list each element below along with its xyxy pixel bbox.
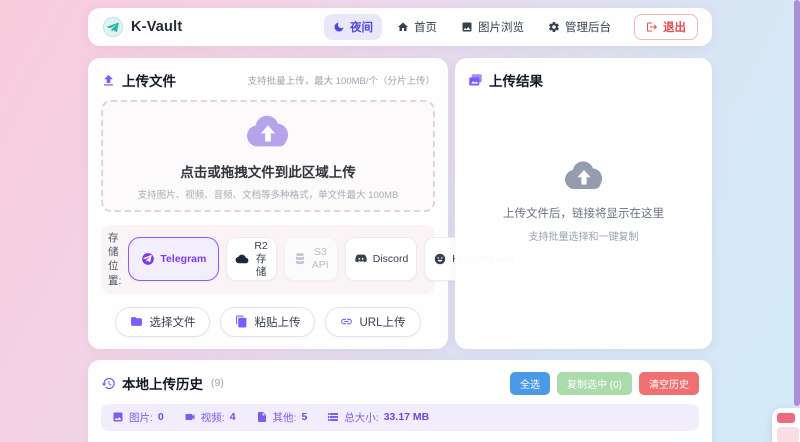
floating-widget-bar — [777, 413, 795, 423]
url-upload-button[interactable]: URL上传 — [325, 306, 421, 337]
page: K-Vault 夜间 首页 图片浏览 管理后台 退出 上传文件 支持批量上传，最… — [88, 0, 712, 442]
scrollbar[interactable] — [794, 0, 800, 442]
discord-icon — [354, 254, 367, 263]
stat-label: 图片: — [129, 411, 153, 424]
upload-panel-header: 上传文件 支持批量上传，最大 100MB/个（分片上传） — [101, 70, 435, 90]
storage-option-label: Discord — [372, 252, 409, 265]
cloud-icon — [235, 255, 249, 264]
top-navbar: K-Vault 夜间 首页 图片浏览 管理后台 退出 — [88, 8, 712, 46]
video-icon — [185, 414, 195, 421]
choose-file-button[interactable]: 选择文件 — [115, 306, 211, 337]
admin-label: 管理后台 — [565, 22, 611, 34]
history-actions: 全选 复制选中 (0) 清空历史 — [510, 371, 699, 395]
file-icon — [257, 412, 266, 423]
telegram-icon — [142, 253, 155, 266]
image-icon — [113, 412, 123, 422]
link-icon — [341, 318, 353, 325]
admin-button[interactable]: 管理后台 — [539, 14, 620, 40]
gear-icon — [549, 21, 559, 33]
stat-label: 总大小: — [344, 411, 379, 424]
result-empty-subtitle: 支持批量选择和一键复制 — [528, 232, 639, 244]
huggingface-icon — [435, 254, 446, 265]
choose-file-label: 选择文件 — [149, 316, 196, 329]
stat-label: 其他: — [272, 411, 297, 424]
file-dropzone[interactable]: 点击或拖拽文件到此区域上传 支持图片、视频、音频、文档等多种格式，单文件最大 1… — [101, 100, 435, 212]
night-mode-label: 夜间 — [350, 22, 373, 34]
home-label: 首页 — [414, 22, 437, 34]
image-browse-label: 图片浏览 — [478, 22, 524, 34]
scrollbar-thumb[interactable] — [794, 0, 800, 406]
stat-value: 4 — [229, 411, 236, 424]
logout-icon — [647, 22, 657, 32]
main-row: 上传文件 支持批量上传，最大 100MB/个（分片上传） 点击或拖拽文件到此区域… — [88, 58, 712, 349]
app-title: K-Vault — [131, 19, 183, 35]
storage-option-label: R2 存储 — [254, 239, 268, 278]
database-icon — [295, 253, 304, 265]
cloud-upload-icon — [247, 115, 289, 147]
image-icon — [462, 22, 472, 32]
stat-total-size: 总大小: 33.17 MB — [327, 410, 429, 425]
floating-widget-block — [777, 427, 799, 442]
upload-panel: 上传文件 支持批量上传，最大 100MB/个（分片上传） 点击或拖拽文件到此区域… — [88, 58, 524, 349]
floating-widget[interactable] — [772, 408, 800, 442]
stat-value: 33.17 MB — [383, 411, 430, 424]
storage-icon — [328, 413, 339, 422]
url-upload-label: URL上传 — [359, 316, 406, 329]
history-icon — [101, 377, 115, 389]
result-panel-header: 上传结果 — [468, 70, 699, 90]
moon-icon — [334, 22, 344, 32]
storage-label: 存储位置: — [108, 232, 122, 287]
stat-value: 5 — [301, 411, 308, 424]
storage-option-label: Telegram — [160, 252, 207, 265]
paste-icon — [236, 315, 247, 328]
history-panel: 本地上传历史 (9) 全选 复制选中 (0) 清空历史 图片: 0 视频: 4 — [88, 359, 712, 442]
select-all-button[interactable]: 全选 — [510, 371, 550, 395]
storage-selector: 存储位置: Telegram R2 存储 S3 API Discord — [101, 225, 524, 294]
storage-option-telegram[interactable]: Telegram — [128, 237, 220, 282]
home-icon — [398, 22, 408, 31]
copy-selected-button[interactable]: 复制选中 (0) — [557, 371, 632, 395]
result-panel-title: 上传结果 — [489, 74, 543, 89]
upload-batch-hint: 支持批量上传，最大 100MB/个（分片上传） — [247, 76, 435, 87]
storage-option-label: S3 API — [311, 246, 329, 272]
result-panel: 上传结果 上传文件后，链接将显示在这里 支持批量选择和一键复制 — [455, 58, 712, 349]
brand: K-Vault — [102, 16, 182, 38]
dropzone-subtitle: 支持图片、视频、音频、文档等多种格式，单文件最大 100MB — [137, 190, 399, 201]
upload-icon — [104, 74, 113, 85]
paste-upload-button[interactable]: 粘贴上传 — [220, 306, 316, 337]
image-browse-button[interactable]: 图片浏览 — [452, 14, 533, 40]
logout-button[interactable]: 退出 — [634, 14, 698, 40]
app-viewport: K-Vault 夜间 首页 图片浏览 管理后台 退出 上传文件 支持批量上传，最… — [0, 0, 800, 442]
stat-value: 0 — [157, 411, 164, 424]
storage-option-s3[interactable]: S3 API — [283, 237, 338, 282]
result-empty-state: 上传文件后，链接将显示在这里 支持批量选择和一键复制 — [468, 90, 699, 337]
stat-others: 其他: 5 — [256, 410, 308, 425]
app-logo-icon — [102, 16, 124, 38]
logout-label: 退出 — [663, 22, 686, 34]
stat-label: 视频: — [200, 411, 225, 424]
dropzone-title: 点击或拖拽文件到此区域上传 — [180, 165, 356, 180]
history-header: 本地上传历史 (9) 全选 复制选中 (0) 清空历史 — [101, 371, 699, 395]
cloud-gray-icon — [564, 161, 602, 190]
result-empty-title: 上传文件后，链接将显示在这里 — [503, 208, 664, 221]
night-mode-button[interactable]: 夜间 — [324, 14, 382, 40]
stat-videos: 视频: 4 — [184, 410, 236, 425]
history-stats-bar: 图片: 0 视频: 4 其他: 5 总大小: 33.17 MB — [101, 403, 699, 431]
clear-history-button[interactable]: 清空历史 — [639, 371, 699, 395]
folder-icon — [131, 317, 143, 327]
upload-actions: 选择文件 粘贴上传 URL上传 — [101, 306, 435, 337]
history-count: (9) — [211, 377, 224, 390]
storage-option-discord[interactable]: Discord — [344, 237, 418, 282]
stat-images: 图片: 0 — [112, 410, 164, 425]
paste-upload-label: 粘贴上传 — [254, 316, 301, 329]
nav: 夜间 首页 图片浏览 管理后台 退出 — [324, 14, 698, 40]
home-button[interactable]: 首页 — [388, 14, 446, 40]
upload-panel-title: 上传文件 — [122, 74, 176, 89]
photo-stack-icon — [469, 73, 482, 85]
history-title: 本地上传历史 — [122, 377, 203, 393]
storage-option-r2[interactable]: R2 存储 — [226, 237, 277, 282]
